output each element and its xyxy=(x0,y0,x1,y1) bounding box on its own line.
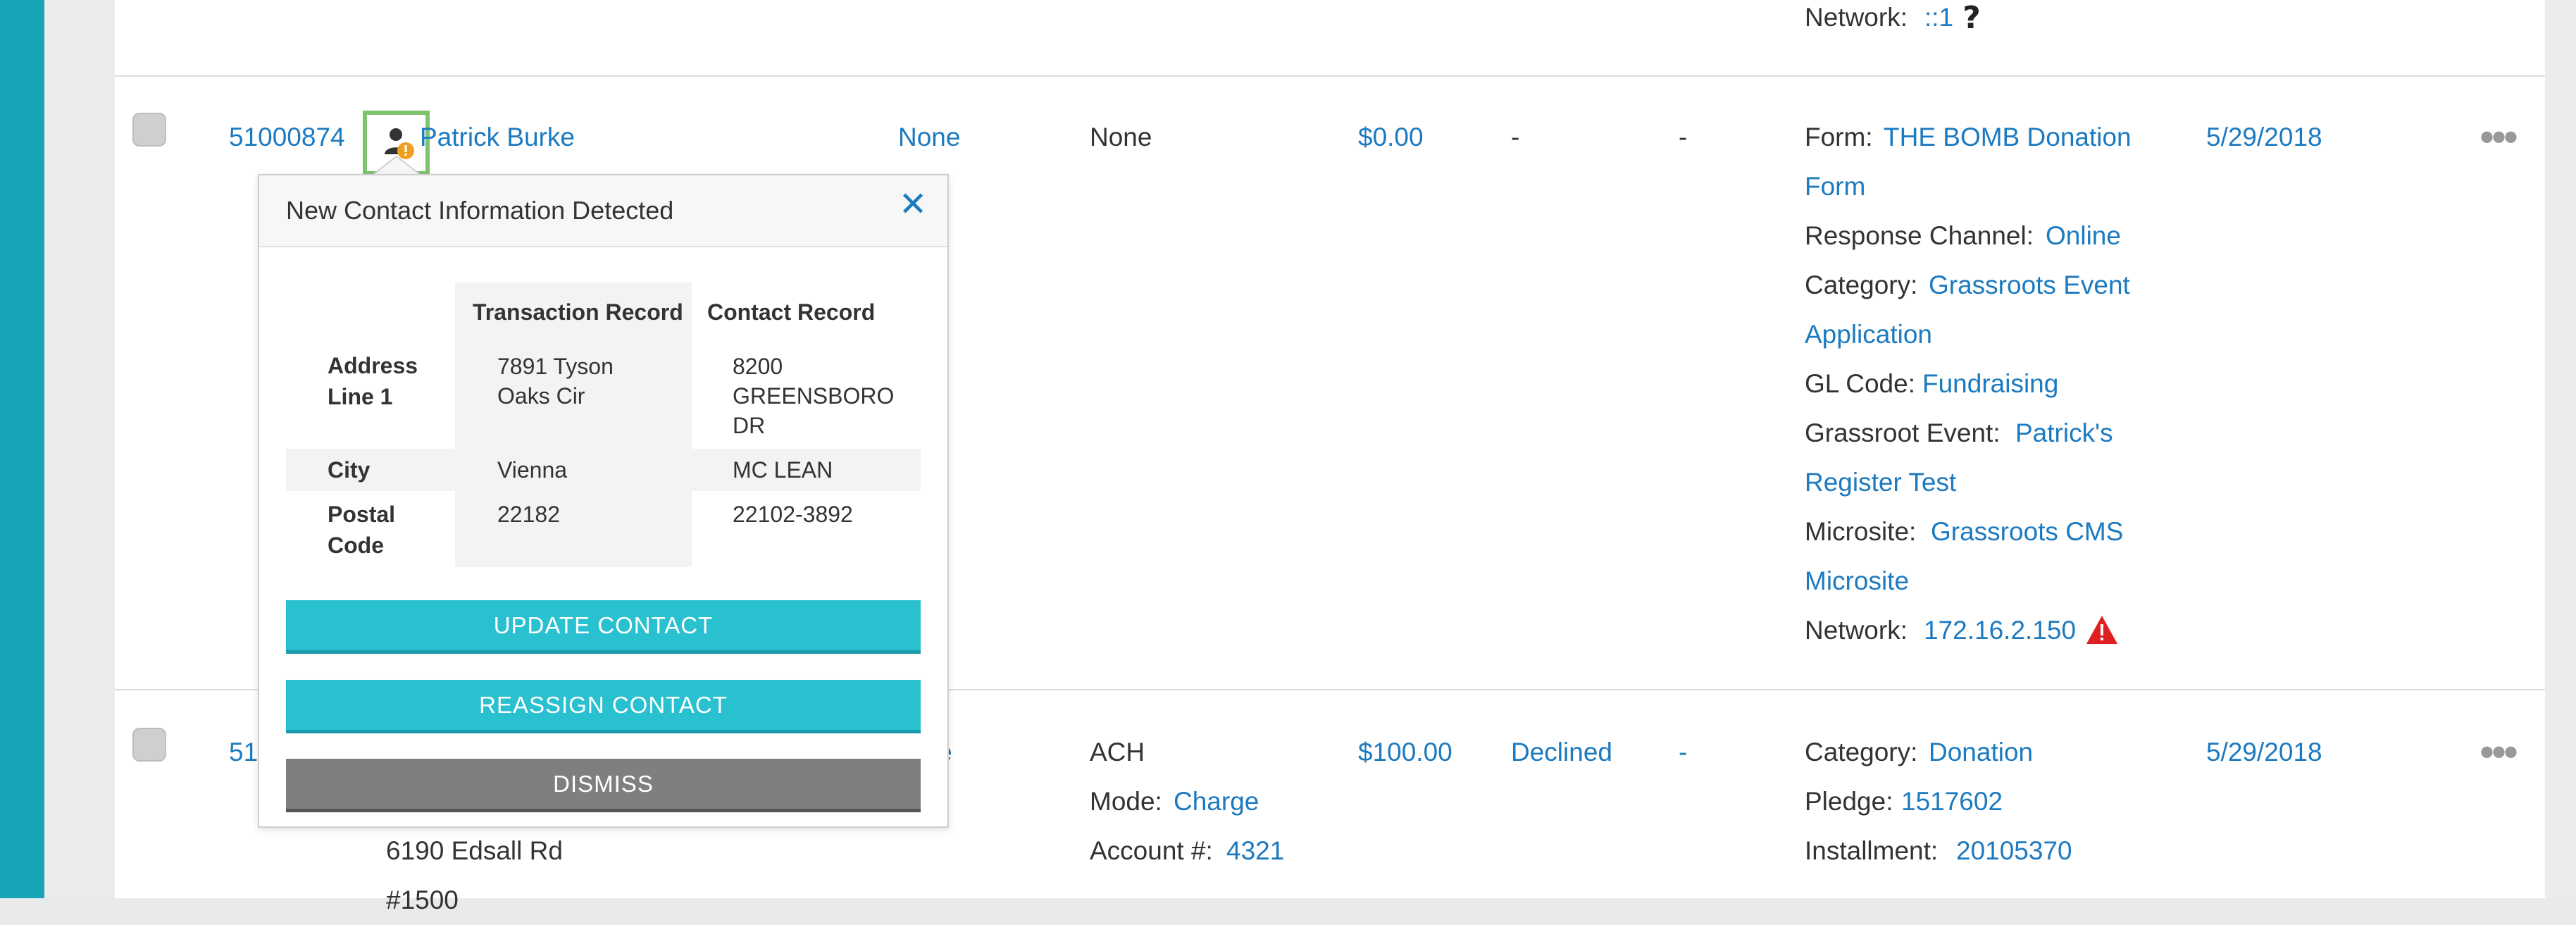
address-line: 6190 Edsall Rd xyxy=(386,836,563,865)
postal-code-label: Postal Code xyxy=(328,502,396,558)
right-gutter xyxy=(2545,0,2576,898)
contact-record-header: Contact Record xyxy=(707,299,876,325)
row-checkbox[interactable] xyxy=(132,113,166,147)
status-link[interactable]: Declined xyxy=(1511,728,1612,777)
pledge-label: Pledge: xyxy=(1805,787,1893,816)
popover-header: New Contact Information Detected ✕ xyxy=(259,175,947,247)
microsite-label: Microsite: xyxy=(1805,517,1917,546)
microsite-link[interactable]: Grassroots CMS xyxy=(1931,507,2123,557)
network-value-link[interactable]: ::1 xyxy=(1924,0,1953,42)
network-label: Network: xyxy=(1805,616,1908,645)
response-channel-label: Response Channel: xyxy=(1805,221,2034,250)
contact-address: 8200 GREENSBORO DR xyxy=(733,354,895,438)
address-line-2: #1500 xyxy=(386,886,459,914)
close-icon[interactable]: ✕ xyxy=(899,184,927,226)
response-channel-link[interactable]: Online xyxy=(2046,211,2121,261)
pledge-link[interactable]: 1517602 xyxy=(1901,777,2003,826)
gl-code-label: GL Code: xyxy=(1805,369,1915,398)
type-link[interactable]: None xyxy=(898,113,960,162)
update-contact-button[interactable]: UPDATE CONTACT xyxy=(286,600,921,654)
category-label: Category: xyxy=(1805,738,1918,766)
form-label: Form: xyxy=(1805,123,1873,151)
transaction-city: Vienna xyxy=(497,457,568,483)
form-link[interactable]: THE BOMB Donation xyxy=(1884,113,2132,162)
account-label: Account #: xyxy=(1090,836,1213,865)
account-link[interactable]: 4321 xyxy=(1226,826,1284,876)
warning-triangle-icon xyxy=(2086,616,2117,644)
installment-label: Installment: xyxy=(1805,836,1939,865)
transaction-id-link[interactable]: 51 xyxy=(229,728,258,777)
category-label: Category: xyxy=(1805,271,1918,299)
date-link[interactable]: 5/29/2018 xyxy=(2206,113,2322,162)
row-actions-icon[interactable]: ••• xyxy=(2479,116,2518,159)
city-label: City xyxy=(328,457,371,483)
contact-city: MC LEAN xyxy=(733,457,833,483)
row-divider xyxy=(115,75,2545,77)
amount-link[interactable]: $100.00 xyxy=(1358,728,1452,777)
address-line-label: Address Line 1 xyxy=(328,353,418,409)
payment-method: ACH xyxy=(1090,738,1145,766)
grassroot-event-label: Grassroot Event: xyxy=(1805,418,2001,447)
transaction-record-header: Transaction Record xyxy=(473,299,683,325)
mode-label: Mode: xyxy=(1090,787,1162,816)
popover-title: New Contact Information Detected xyxy=(286,196,674,225)
category-link[interactable]: Donation xyxy=(1929,728,2033,777)
form-link-continued[interactable]: Form xyxy=(1805,162,1865,211)
network-ip-link[interactable]: 172.16.2.150 xyxy=(1924,606,2076,655)
grassroot-event-link-continued[interactable]: Register Test xyxy=(1805,458,1956,507)
microsite-link-continued[interactable]: Microsite xyxy=(1805,557,1909,606)
new-contact-popover: New Contact Information Detected ✕ Trans… xyxy=(258,174,949,828)
network-label: Network: xyxy=(1805,3,1908,32)
grassroot-event-link[interactable]: Patrick's xyxy=(2015,409,2113,458)
popover-arrow xyxy=(372,155,421,176)
row-actions-icon[interactable]: ••• xyxy=(2479,731,2518,774)
app-sidebar xyxy=(0,0,44,898)
sidebar-gutter xyxy=(44,0,115,898)
date-link[interactable]: 5/29/2018 xyxy=(2206,728,2322,777)
column-seven-link[interactable]: - xyxy=(1679,728,1687,777)
transaction-address: 7891 Tyson Oaks Cir xyxy=(497,354,614,409)
category-link-continued[interactable]: Application xyxy=(1805,310,1932,359)
dismiss-button[interactable]: DISMISS xyxy=(286,759,921,812)
status-text: - xyxy=(1511,123,1520,151)
row-checkbox[interactable] xyxy=(132,728,166,762)
svg-text:?: ? xyxy=(1962,1,1981,32)
question-icon[interactable]: ? xyxy=(1961,1,1982,32)
gl-code-link[interactable]: Fundraising xyxy=(1922,359,2058,409)
reassign-contact-button[interactable]: REASSIGN CONTACT xyxy=(286,680,921,733)
category-link[interactable]: Grassroots Event xyxy=(1929,261,2130,310)
contact-name-link[interactable]: Patrick Burke xyxy=(420,113,575,162)
transaction-postal-code: 22182 xyxy=(497,502,560,527)
contact-postal-code: 22102-3892 xyxy=(733,502,853,527)
transaction-id-link[interactable]: 51000874 xyxy=(229,113,345,162)
mode-link[interactable]: Charge xyxy=(1174,777,1259,826)
installment-link[interactable]: 20105370 xyxy=(1956,826,2072,876)
amount-link[interactable]: $0.00 xyxy=(1358,113,1424,162)
column-seven-text: - xyxy=(1679,123,1688,151)
payment-method: None xyxy=(1090,123,1152,151)
